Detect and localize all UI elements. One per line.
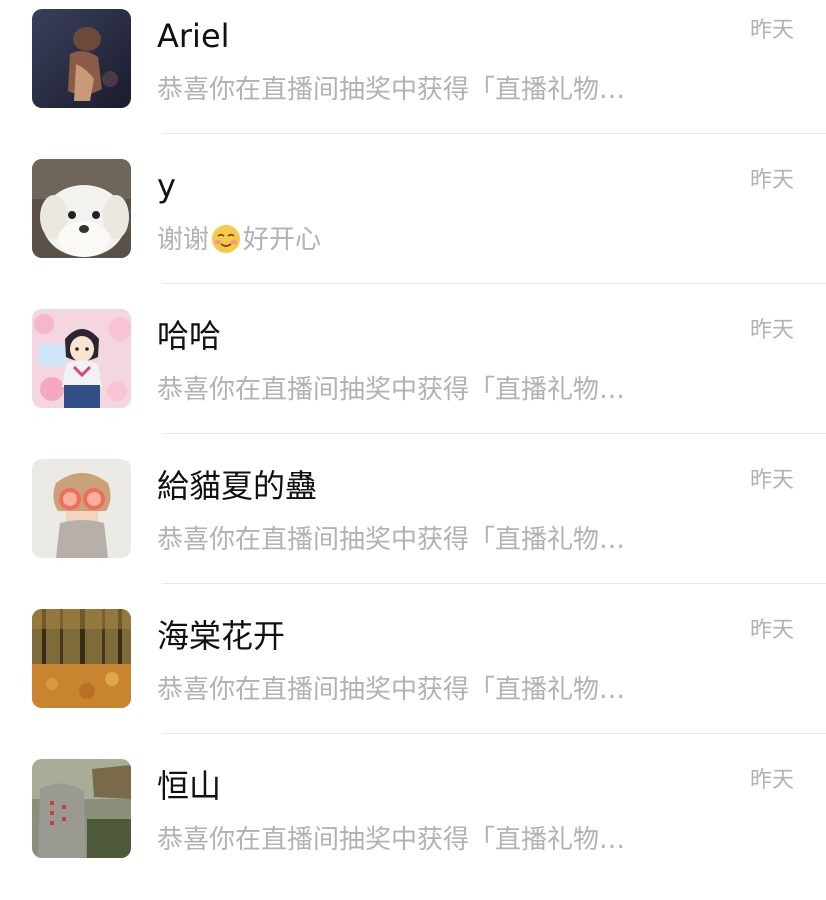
message-preview: 恭喜你在直播间抽奖中获得「直播礼物…	[157, 75, 626, 105]
chat-item-haha[interactable]: 哈哈 恭喜你在直播间抽奖中获得「直播礼物… 昨天	[0, 300, 826, 450]
timestamp: 昨天	[749, 18, 794, 43]
white-puppy-avatar-icon	[32, 159, 131, 258]
contact-name: 哈哈	[157, 317, 222, 355]
avatar[interactable]	[32, 309, 131, 408]
timestamp: 昨天	[749, 768, 794, 793]
divider	[162, 583, 826, 584]
avatar[interactable]	[32, 159, 131, 258]
chat-item-geimaoxia[interactable]: 給貓夏的蠱 恭喜你在直播间抽奖中获得「直播礼物… 昨天	[0, 450, 826, 600]
chat-item-hengshan[interactable]: 恒山 恭喜你在直播间抽奖中获得「直播礼物… 昨天	[0, 750, 826, 900]
contact-name: Ariel	[157, 17, 230, 55]
contact-name: 恒山	[157, 767, 222, 805]
avatar[interactable]	[32, 9, 131, 108]
avatar[interactable]	[32, 609, 131, 708]
contact-name: y	[157, 167, 176, 205]
message-preview: 恭喜你在直播间抽奖中获得「直播礼物…	[157, 825, 626, 855]
anime-girl-avatar-icon	[32, 309, 131, 408]
girl-grapefruit-avatar-icon	[32, 459, 131, 558]
stone-monument-avatar-icon	[32, 759, 131, 858]
contact-name: 海棠花开	[157, 617, 286, 655]
timestamp: 昨天	[749, 468, 794, 493]
timestamp: 昨天	[749, 318, 794, 343]
message-preview: 恭喜你在直播间抽奖中获得「直播礼物…	[157, 675, 626, 705]
autumn-forest-avatar-icon	[32, 609, 131, 708]
avatar[interactable]	[32, 759, 131, 858]
divider	[162, 733, 826, 734]
message-preview: 恭喜你在直播间抽奖中获得「直播礼物…	[157, 525, 626, 555]
chat-item-ariel[interactable]: Ariel 恭喜你在直播间抽奖中获得「直播礼物… 昨天	[0, 0, 826, 150]
avatar[interactable]	[32, 459, 131, 558]
divider	[162, 433, 826, 434]
timestamp: 昨天	[749, 168, 794, 193]
message-text: 谢谢	[157, 225, 210, 255]
timestamp: 昨天	[749, 618, 794, 643]
smiling-face-emoji-icon	[212, 225, 241, 253]
message-preview: 恭喜你在直播间抽奖中获得「直播礼物…	[157, 375, 626, 405]
divider	[162, 283, 826, 284]
message-text: 好开心	[243, 225, 322, 255]
chat-item-haitanghuakai[interactable]: 海棠花开 恭喜你在直播间抽奖中获得「直播礼物… 昨天	[0, 600, 826, 750]
contact-name: 給貓夏的蠱	[157, 467, 318, 505]
divider	[162, 133, 826, 134]
message-preview: 谢谢 好开心	[157, 220, 321, 260]
dark-photo-avatar-icon	[32, 9, 131, 108]
chat-item-y[interactable]: y 谢谢 好开心 昨天	[0, 150, 826, 300]
chat-list: Ariel 恭喜你在直播间抽奖中获得「直播礼物… 昨天 y 谢谢 好开心 昨天 …	[0, 0, 826, 879]
